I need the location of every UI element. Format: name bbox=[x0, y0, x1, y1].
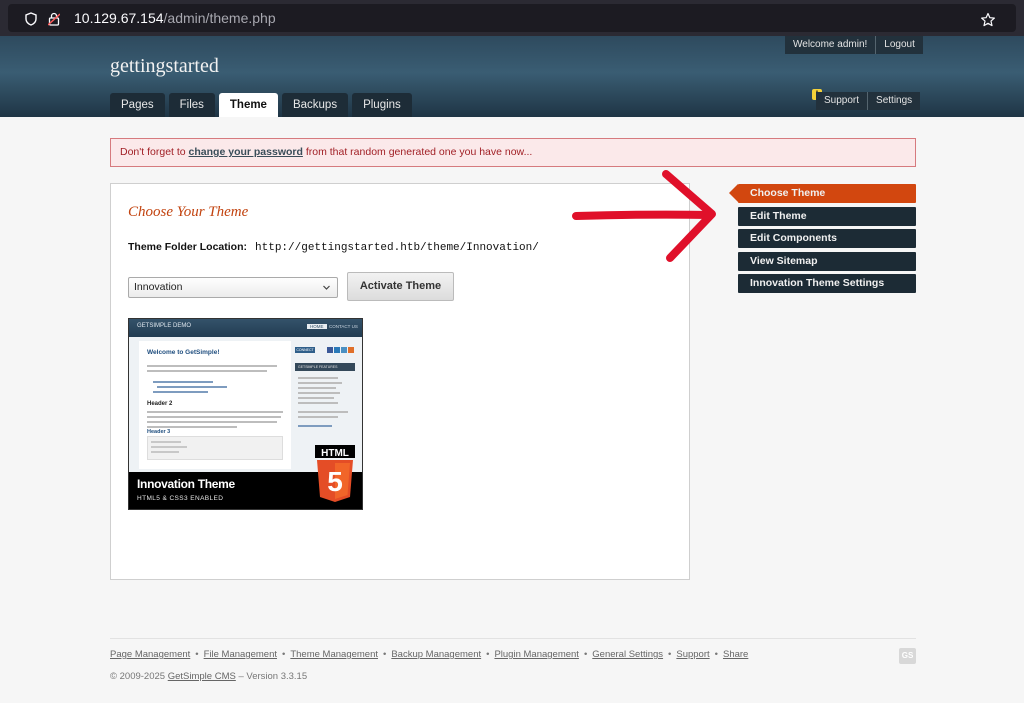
theme-select-value: Innovation bbox=[134, 281, 183, 293]
tab-backups[interactable]: Backups bbox=[281, 93, 349, 117]
theme-preview-image: GETSIMPLE DEMO HOME CONTACT US Welcome t… bbox=[128, 318, 363, 510]
theme-folder-row: Theme Folder Location: http://gettingstar… bbox=[128, 241, 539, 254]
sidebar-item-choose-theme[interactable]: Choose Theme bbox=[738, 184, 916, 203]
footer-link-theme-management[interactable]: Theme Management bbox=[290, 649, 378, 660]
change-password-link[interactable]: change your password bbox=[189, 146, 303, 158]
preview-theme-name: Innovation Theme bbox=[137, 477, 235, 491]
url-path: /admin/theme.php bbox=[163, 10, 276, 26]
preview-topbar: GETSIMPLE DEMO HOME CONTACT US bbox=[129, 319, 362, 337]
password-alert: Don't forget to change your password fro… bbox=[110, 138, 916, 167]
tab-plugins[interactable]: Plugins bbox=[352, 93, 412, 117]
alert-text-before: Don't forget to bbox=[120, 146, 189, 158]
activate-theme-button[interactable]: Activate Theme bbox=[347, 272, 454, 301]
site-name[interactable]: gettingstarted bbox=[110, 55, 219, 78]
browser-toolbar: 10.129.67.154/admin/theme.php bbox=[0, 0, 1024, 36]
footer-link-support[interactable]: Support bbox=[676, 649, 709, 660]
footer-link-general-settings[interactable]: General Settings bbox=[592, 649, 663, 660]
copyright: © 2009-2025 GetSimple CMS – Version 3.3.… bbox=[110, 671, 308, 682]
url-host: 10.129.67.154 bbox=[74, 10, 164, 26]
preview-content: Welcome to GetSimple! Header 2 Header 3 bbox=[139, 341, 291, 469]
theme-folder-path: http://gettingstarted.htb/theme/Innovati… bbox=[255, 242, 539, 254]
getsimple-link[interactable]: GetSimple CMS bbox=[168, 671, 236, 682]
svg-text:HTML: HTML bbox=[321, 448, 349, 459]
footer-links: Page Management • File Management • Theme Ma… bbox=[110, 649, 749, 660]
svg-text:5: 5 bbox=[327, 466, 343, 497]
sidebar-item-innovation-settings[interactable]: Innovation Theme Settings bbox=[738, 274, 916, 293]
settings-button[interactable]: Settings bbox=[867, 92, 921, 110]
alert-text-after: from that random generated one you have … bbox=[302, 146, 533, 158]
footer-link-backup-management[interactable]: Backup Management bbox=[391, 649, 481, 660]
tab-pages[interactable]: Pages bbox=[110, 93, 165, 117]
sidebar-item-edit-theme[interactable]: Edit Theme bbox=[738, 207, 916, 226]
footer-link-file-management[interactable]: File Management bbox=[204, 649, 277, 660]
bookmark-star-icon[interactable] bbox=[980, 12, 996, 28]
tab-theme[interactable]: Theme bbox=[218, 93, 278, 117]
footer-divider bbox=[110, 638, 916, 639]
support-button[interactable]: Support bbox=[816, 92, 868, 110]
footer-link-plugin-management[interactable]: Plugin Management bbox=[494, 649, 579, 660]
theme-folder-label: Theme Folder Location: bbox=[128, 241, 248, 253]
preview-brand: GETSIMPLE DEMO bbox=[137, 323, 192, 329]
page-title: Choose Your Theme bbox=[128, 204, 249, 220]
active-item-notch bbox=[729, 184, 738, 202]
insecure-lock-icon[interactable] bbox=[48, 12, 60, 26]
html5-logo-icon: HTML 5 bbox=[315, 445, 355, 502]
sidebar-item-view-sitemap[interactable]: View Sitemap bbox=[738, 252, 916, 271]
preview-connect: CONNECT bbox=[295, 347, 315, 353]
annotation-arrow-icon bbox=[572, 170, 716, 262]
preview-header3: Header 3 bbox=[147, 429, 171, 435]
logout-button[interactable]: Logout bbox=[875, 36, 923, 54]
getsimple-logo[interactable]: GS bbox=[899, 648, 916, 664]
preview-header2: Header 2 bbox=[147, 401, 173, 407]
preview-code-block bbox=[147, 436, 283, 460]
chevron-down-icon bbox=[323, 285, 330, 290]
header-right-menu: Support Settings bbox=[816, 92, 921, 110]
footer-link-share[interactable]: Share bbox=[723, 649, 748, 660]
address-bar[interactable]: 10.129.67.154/admin/theme.php bbox=[8, 4, 1016, 32]
url-text[interactable]: 10.129.67.154/admin/theme.php bbox=[74, 10, 276, 26]
cms-header: gettingstarted Welcome admin! Logout Pag… bbox=[0, 36, 1024, 117]
footer-link-page-management[interactable]: Page Management bbox=[110, 649, 190, 660]
shield-icon[interactable] bbox=[24, 12, 38, 26]
main-tabs: Pages Files Theme Backups Plugins bbox=[110, 93, 416, 117]
user-menu: Welcome admin! Logout bbox=[785, 36, 923, 54]
tab-files[interactable]: Files bbox=[168, 93, 215, 117]
sidebar-item-edit-components[interactable]: Edit Components bbox=[738, 229, 916, 248]
welcome-label: Welcome admin! bbox=[785, 36, 876, 54]
preview-heading: Welcome to GetSimple! bbox=[147, 349, 220, 356]
theme-select[interactable]: Innovation bbox=[128, 277, 338, 298]
preview-sidebar-heading: GETSIMPLE FEATURES bbox=[295, 363, 355, 371]
preview-nav: HOME CONTACT US bbox=[307, 324, 358, 329]
preview-theme-sub: HTML5 & CSS3 ENABLED bbox=[137, 495, 224, 502]
